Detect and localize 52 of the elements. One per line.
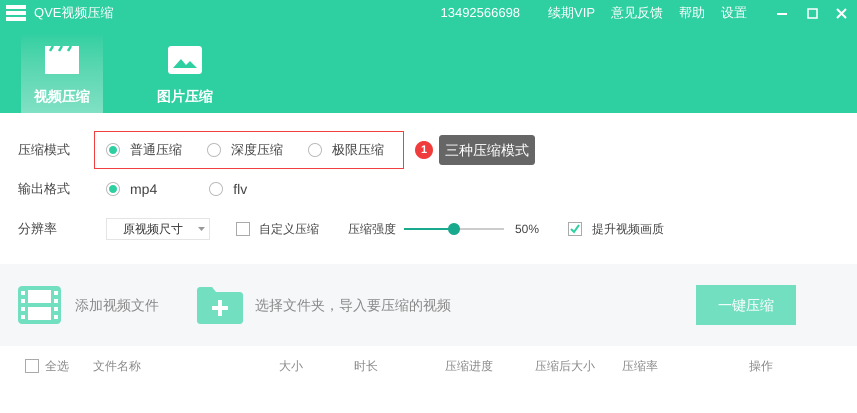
image-icon (168, 46, 202, 74)
radio-button[interactable] (106, 143, 120, 157)
clapperboard-icon (45, 46, 79, 74)
radio-button[interactable] (106, 182, 120, 196)
strength-slider[interactable] (404, 223, 504, 235)
caret-icon (198, 227, 205, 231)
step-number-badge: 1 (415, 141, 433, 159)
column-header: 压缩后大小 (534, 358, 595, 375)
radio-label: mp4 (130, 180, 158, 199)
column-header: 文件名称 (93, 358, 142, 375)
add-file-link[interactable]: 添加视频文件 (75, 294, 159, 316)
app-logo-icon (6, 5, 26, 21)
radio-button[interactable] (207, 143, 221, 157)
column-header: 大小 (278, 358, 303, 375)
mode-tab[interactable]: 图片压缩 (144, 33, 226, 113)
folder-plus-icon[interactable] (197, 286, 243, 324)
radio-label: 普通压缩 (130, 141, 182, 160)
radio-label: flv (233, 180, 248, 198)
column-header: 时长 (353, 358, 378, 375)
radio-button[interactable] (209, 182, 224, 196)
menu-link[interactable]: 续期VIP (548, 3, 595, 23)
menu-link[interactable]: 帮助 (679, 3, 705, 23)
film-strip-icon[interactable] (18, 286, 61, 324)
slider-thumb[interactable] (448, 223, 460, 235)
checkbox-label: 提升视频画质 (592, 221, 664, 238)
column-header: 压缩率 (621, 358, 658, 375)
setting-label: 压缩模式 (17, 141, 71, 160)
radio-label: 极限压缩 (332, 141, 384, 160)
radio-button[interactable] (308, 143, 322, 157)
account-number: 13492566698 (440, 4, 520, 22)
tooltip: 三种压缩模式 (439, 135, 535, 165)
menu-link[interactable]: 意见反馈 (611, 3, 663, 23)
resolution-dropdown[interactable]: 原视频尺寸 (106, 218, 210, 240)
column-header: 操作 (748, 358, 773, 375)
slider-value: 50% (515, 221, 540, 238)
compress-all-button[interactable]: 一键压缩 (696, 285, 796, 325)
maximize-icon[interactable] (807, 8, 818, 18)
setting-label: 输出格式 (17, 180, 71, 198)
checkbox[interactable] (25, 359, 39, 373)
mode-tab[interactable]: 视频压缩 (21, 33, 103, 113)
close-icon[interactable] (836, 8, 847, 18)
checkbox-label: 自定义压缩 (259, 221, 319, 238)
slider-label: 压缩强度 (348, 221, 396, 238)
column-header: 压缩进度 (444, 358, 493, 375)
checkbox[interactable] (236, 222, 250, 236)
setting-label: 分辨率 (17, 220, 58, 238)
menu-link[interactable]: 设置 (721, 3, 747, 23)
window-title: QVE视频压缩 (34, 4, 114, 22)
checkbox[interactable] (568, 222, 582, 236)
add-folder-link[interactable]: 选择文件夹，导入要压缩的视频 (255, 294, 451, 316)
select-all-label: 全选 (45, 358, 70, 375)
radio-label: 深度压缩 (231, 141, 283, 160)
